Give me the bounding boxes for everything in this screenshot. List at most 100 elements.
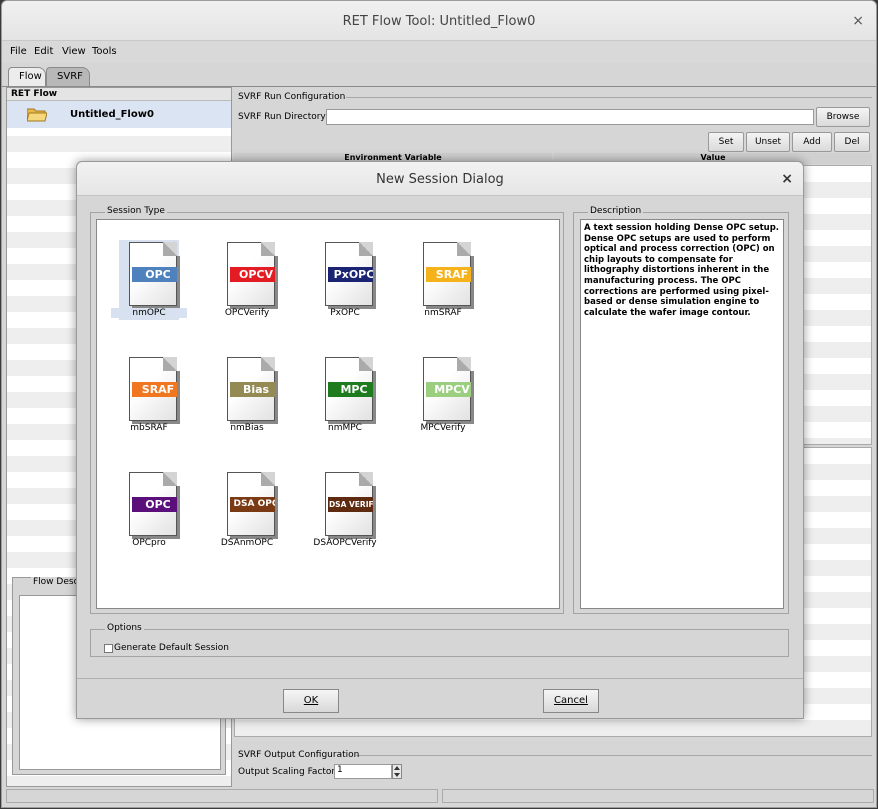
new-session-dialog: New Session Dialog × Session Type Descri…: [76, 161, 804, 719]
ok-button-label: OK: [303, 695, 319, 706]
cancel-button[interactable]: Cancel: [543, 689, 599, 713]
page-fold: [163, 242, 177, 256]
session-band-label: SRAF: [132, 382, 177, 397]
flow-item-label: Untitled_Flow0: [70, 109, 154, 120]
sheet-shadow: [275, 371, 278, 423]
output-scaling-label: Output Scaling Factor: [238, 767, 336, 777]
session-name-label: nmSRAF: [424, 308, 462, 318]
session-name-label: nmBias: [230, 423, 264, 433]
generate-default-label: Generate Default Session: [114, 643, 229, 653]
window-title: RET Flow Tool: Untitled_Flow0: [342, 14, 536, 29]
sheet-shadow: [373, 371, 376, 423]
session-type-label: Session Type: [105, 206, 167, 216]
session-name-label: OPCVerify: [224, 308, 270, 318]
sheet-shadow: [471, 371, 474, 423]
del-button[interactable]: Del: [834, 132, 870, 152]
page-fold: [163, 472, 177, 486]
session-name-label: nmOPC: [111, 308, 187, 318]
session-band-label: MPCV: [426, 382, 471, 397]
session-type-mbsraf[interactable]: SRAF mbSRAF: [117, 355, 201, 451]
svrf-run-directory-label: SVRF Run Directory: [238, 112, 326, 122]
svrf-output-group-line: [356, 755, 872, 756]
description-panel: A text session holding Dense OPC setup. …: [580, 219, 784, 609]
session-band-label: PxOPC: [328, 267, 373, 282]
session-band-label: DSA OPC: [230, 497, 275, 512]
menu-file[interactable]: File: [10, 46, 27, 57]
session-type-nmsraf[interactable]: SRAF nmSRAF: [411, 240, 495, 336]
sheet-shadow: [177, 486, 180, 538]
window-close-icon[interactable]: ×: [852, 13, 864, 29]
page-fold: [261, 357, 275, 371]
menu-view[interactable]: View: [62, 46, 86, 57]
ok-button[interactable]: OK: [283, 689, 339, 713]
svrf-output-group-label: SVRF Output Configuration: [238, 750, 360, 760]
session-type-nmopc[interactable]: OPC nmOPC: [111, 240, 201, 336]
svrf-run-group-label: SVRF Run Configuration: [238, 92, 346, 102]
session-type-dsanmopc[interactable]: DSA OPC DSAnmOPC: [215, 470, 299, 566]
set-button[interactable]: Set: [708, 132, 744, 152]
session-type-mpcverify[interactable]: MPCV MPCVerify: [411, 355, 495, 451]
session-type-list: OPC nmOPC OPCV OPCVerify PxOPC PxOPC SRAF nmSRA…: [96, 219, 560, 609]
page-fold: [359, 357, 373, 371]
options-label: Options: [105, 623, 144, 633]
page-fold: [359, 242, 373, 256]
session-name-label: nmMPC: [328, 423, 362, 433]
unset-button[interactable]: Unset: [746, 132, 790, 152]
dialog-title-bar: New Session Dialog ×: [77, 162, 803, 196]
session-name-label: PxOPC: [330, 308, 360, 318]
menu-edit[interactable]: Edit: [34, 46, 53, 57]
svrf-run-directory-input[interactable]: [326, 109, 814, 125]
generate-default-checkbox[interactable]: [104, 644, 113, 653]
dialog-separator: [77, 678, 803, 679]
spinner-arrows-icon: [394, 766, 400, 777]
session-name-label: DSAnmOPC: [220, 538, 274, 548]
session-band-label: SRAF: [426, 267, 471, 282]
session-type-dsaopcverify[interactable]: DSA VERIFY DSAOPCVerify: [313, 470, 397, 566]
output-scaling-input[interactable]: 1: [334, 764, 392, 779]
sheet-shadow: [471, 256, 474, 308]
session-name-label: MPCVerify: [420, 423, 466, 433]
session-band-label: MPC: [328, 382, 373, 397]
page-fold: [163, 357, 177, 371]
description-text: A text session holding Dense OPC setup. …: [584, 223, 780, 318]
page-fold: [457, 242, 471, 256]
session-name-label: mbSRAF: [130, 423, 168, 433]
sheet-shadow: [275, 256, 278, 308]
dialog-close-icon[interactable]: ×: [781, 171, 793, 187]
tab-flow[interactable]: Flow: [8, 67, 46, 86]
session-name-label: OPCpro: [132, 538, 166, 548]
session-band-label: Bias: [230, 382, 275, 397]
status-right: [442, 789, 874, 803]
sheet-shadow: [177, 371, 180, 423]
page-fold: [261, 242, 275, 256]
session-band-label: DSA VERIFY: [328, 497, 373, 512]
sheet-shadow: [373, 256, 376, 308]
session-type-nmbias[interactable]: Bias nmBias: [215, 355, 299, 451]
session-name-label: DSAOPCVerify: [313, 538, 377, 548]
description-label: Description: [588, 206, 644, 216]
add-button[interactable]: Add: [792, 132, 832, 152]
session-type-pxopc[interactable]: PxOPC PxOPC: [313, 240, 397, 336]
tab-svrf[interactable]: SVRF: [46, 67, 90, 86]
status-left: [6, 789, 438, 803]
session-type-nmmpc[interactable]: MPC nmMPC: [313, 355, 397, 451]
page-fold: [261, 472, 275, 486]
sheet-shadow: [177, 256, 180, 308]
output-scaling-spinner[interactable]: [392, 764, 402, 779]
flow-tree-header: RET Flow: [7, 88, 231, 101]
session-band-label: OPC: [132, 267, 177, 282]
title-bar: RET Flow Tool: Untitled_Flow0 ×: [2, 1, 876, 41]
status-bar: [2, 787, 876, 807]
sheet-shadow: [275, 486, 278, 538]
sheet-shadow: [373, 486, 376, 538]
page-fold: [457, 357, 471, 371]
session-band-label: OPCV: [230, 267, 275, 282]
session-type-opcverify[interactable]: OPCV OPCVerify: [215, 240, 299, 336]
browse-button[interactable]: Browse: [816, 107, 870, 127]
session-type-opcpro[interactable]: OPC OPCpro: [117, 470, 201, 566]
cancel-button-label: Cancel: [554, 695, 588, 706]
menu-tools[interactable]: Tools: [92, 46, 117, 57]
flow-tree-item[interactable]: Untitled_Flow0: [7, 101, 231, 128]
menu-bar: File Edit View Tools: [2, 41, 876, 63]
svrf-run-group-line: [346, 97, 872, 98]
